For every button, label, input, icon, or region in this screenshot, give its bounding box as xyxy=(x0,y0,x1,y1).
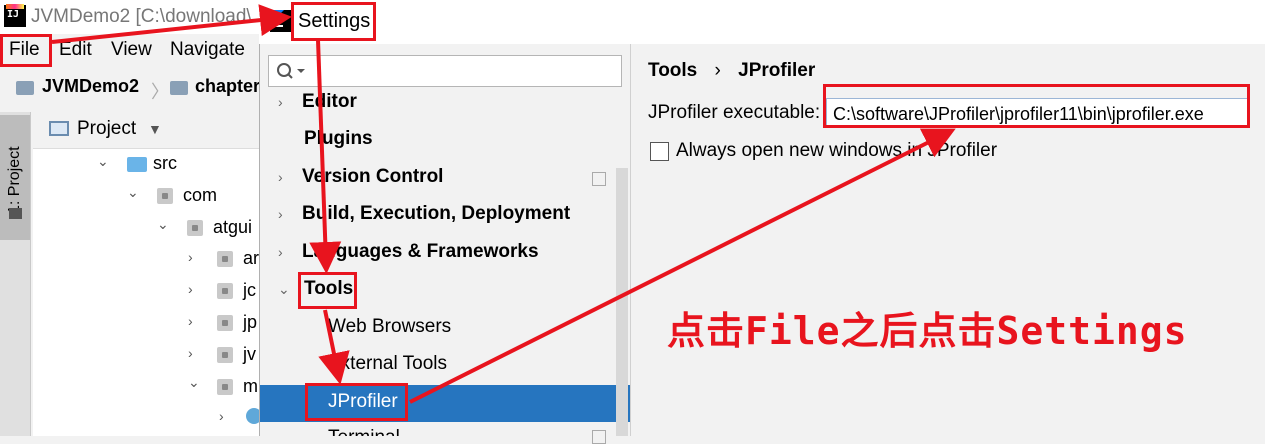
arrow-file-to-settings xyxy=(51,4,292,44)
annotation-arrows xyxy=(51,4,956,404)
arrow-jprofiler-to-executable xyxy=(409,128,956,404)
arrow-settings-to-tools xyxy=(309,39,342,274)
arrow-tools-to-jprofiler xyxy=(318,309,350,385)
annotation-note: 点击File之后点击Settings xyxy=(667,309,1188,353)
